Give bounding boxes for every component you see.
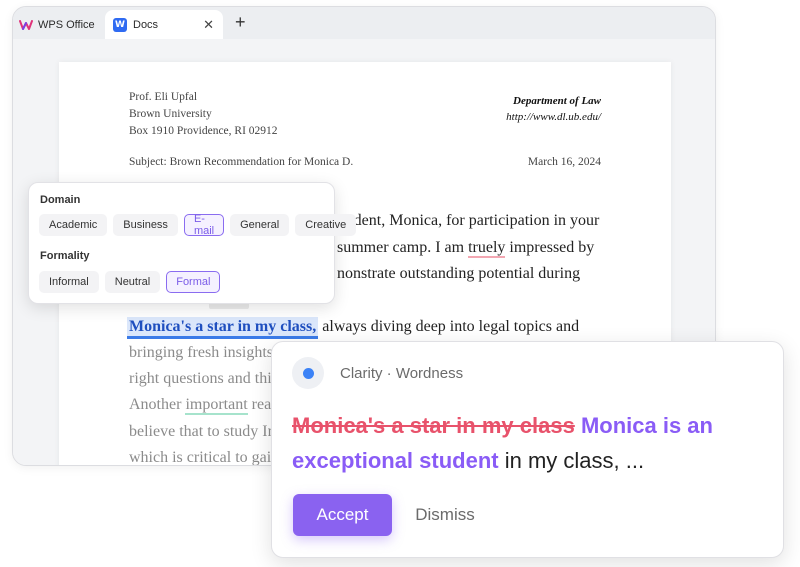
tab-label: WPS Office: [38, 18, 95, 31]
body-line-3: nonstrate outstanding potential during: [337, 265, 581, 282]
suggestion-card: Clarity · Wordness Monica's a star in my…: [271, 341, 784, 558]
domain-heading: Domain: [40, 194, 81, 206]
tab-wps-office[interactable]: WPS Office: [19, 10, 105, 39]
suggestion-category: Clarity · Wordness: [340, 365, 464, 382]
suggestion-rest: in my class, ...: [498, 448, 645, 473]
body-line-1: student, Monica, for participation in yo…: [335, 212, 600, 229]
formality-heading: Formality: [40, 250, 90, 262]
tab-docs[interactable]: W Docs ✕: [105, 10, 223, 39]
body-line-4: Monica's a star in my class, always divi…: [127, 317, 580, 339]
formality-option-formal[interactable]: Formal: [166, 271, 221, 293]
tab-bar: WPS Office W Docs ✕ +: [13, 7, 715, 39]
writing-style-panel: Domain Academic Business E-mail General …: [28, 182, 357, 304]
letter-date: March 16, 2024: [527, 156, 601, 168]
body-line-7: Another important rea: [129, 395, 271, 415]
highlighted-suggestion-text[interactable]: Monica's a star in my class,: [127, 317, 319, 339]
body-text: always diving deep into legal topics and: [318, 318, 580, 335]
body-line-6: right questions and thi: [129, 370, 272, 387]
domain-option-general[interactable]: General: [230, 214, 290, 236]
wps-logo-icon: [19, 19, 33, 30]
sender-name: Prof. Eli Upfal: [129, 91, 198, 103]
sender-institution: Brown University: [129, 108, 212, 120]
formality-option-neutral[interactable]: Neutral: [104, 271, 161, 293]
spelling-flag-truely[interactable]: truely: [468, 239, 506, 258]
formality-option-informal[interactable]: Informal: [39, 271, 99, 293]
letter-subject: Subject: Brown Recommendation for Monica…: [129, 156, 354, 168]
domain-option-creative[interactable]: Creative: [295, 214, 357, 236]
body-line-9: which is critical to gai: [129, 449, 272, 466]
domain-option-email[interactable]: E-mail: [183, 213, 225, 237]
body-line-5: bringing fresh insights: [129, 344, 273, 361]
domain-options: Academic Business E-mail General Creativ…: [39, 213, 357, 237]
body-text: impressed by: [505, 239, 595, 256]
dismiss-button[interactable]: Dismiss: [400, 494, 490, 536]
formality-options: Informal Neutral Formal: [39, 271, 221, 293]
body-line-8: believe that to study In: [129, 423, 276, 440]
sender-box: Box 1910 Providence, RI 02912: [129, 125, 278, 137]
category-dot-icon: [302, 367, 314, 379]
accept-button[interactable]: Accept: [293, 494, 392, 536]
style-flag-important[interactable]: important: [185, 396, 248, 415]
sender-address: Prof. Eli Upfal Brown University Box 191…: [129, 89, 278, 140]
original-phrase: Monica's a star in my class: [292, 413, 575, 438]
body-line-2: summer camp. I am truely impressed by: [337, 238, 594, 258]
docs-logo-icon: W: [113, 17, 127, 32]
domain-option-business[interactable]: Business: [113, 214, 178, 236]
close-tab-icon[interactable]: ✕: [203, 17, 214, 33]
tab-label: Docs: [133, 18, 159, 31]
department-website: http://www.dl.ub.edu/: [506, 111, 601, 123]
body-text: Another: [129, 396, 186, 413]
department-name: Department of Law: [513, 95, 601, 107]
suggestion-text: Monica's a star in my class Monica is an…: [292, 408, 762, 478]
department-block: Department of Law http://www.dl.ub.edu/: [506, 93, 601, 125]
new-tab-button[interactable]: +: [235, 13, 246, 31]
domain-option-academic[interactable]: Academic: [39, 214, 108, 236]
category-indicator: [292, 357, 324, 389]
body-text: rea: [247, 396, 272, 413]
body-text: summer camp. I am: [337, 239, 469, 256]
